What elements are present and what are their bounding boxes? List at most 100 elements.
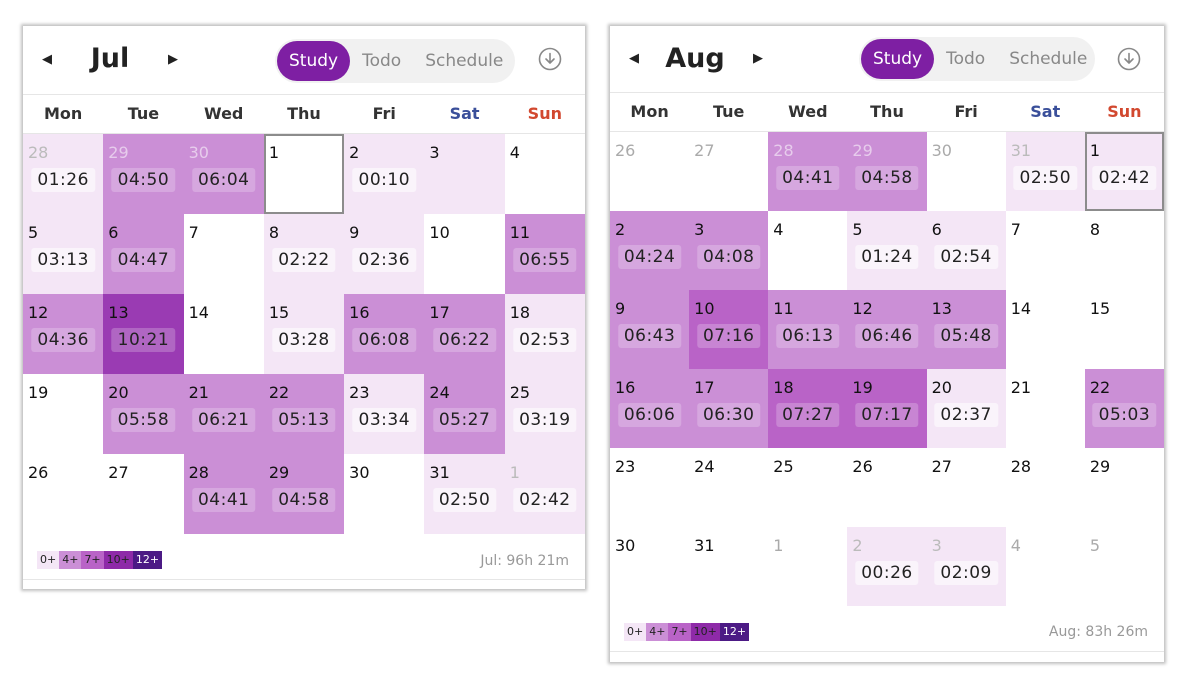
day-number: 26 bbox=[28, 463, 49, 482]
calendar-day-cell[interactable]: 4 bbox=[1006, 527, 1085, 606]
study-time-badge: 03:19 bbox=[513, 408, 577, 432]
calendar-day-cell[interactable]: 27 bbox=[689, 132, 768, 211]
calendar-day-cell[interactable]: 26 bbox=[610, 132, 689, 211]
calendar-day-cell[interactable]: 9 02:36 bbox=[344, 214, 425, 294]
calendar-day-cell[interactable]: 31 02:50 bbox=[424, 454, 505, 534]
tab-schedule[interactable]: Schedule bbox=[413, 41, 515, 81]
calendar-day-cell[interactable]: 1 02:42 bbox=[1084, 132, 1165, 211]
calendar-day-cell[interactable]: 8 02:22 bbox=[263, 214, 345, 294]
tab-todo[interactable]: Todo bbox=[350, 41, 413, 81]
calendar-day-cell[interactable]: 15 bbox=[1085, 290, 1164, 369]
day-number: 27 bbox=[694, 141, 715, 160]
next-month-button[interactable]: ▶ bbox=[163, 50, 183, 70]
tab-schedule[interactable]: Schedule bbox=[997, 39, 1099, 79]
study-time-badge: 02:50 bbox=[432, 488, 497, 512]
day-number: 31 bbox=[694, 536, 715, 555]
calendar-day-cell[interactable]: 4 bbox=[768, 211, 847, 290]
calendar-day-cell[interactable]: 12 04:36 bbox=[23, 294, 104, 374]
calendar-day-cell[interactable]: 2 00:10 bbox=[344, 134, 425, 214]
calendar-day-cell[interactable]: 19 07:17 bbox=[847, 369, 927, 448]
calendar-day-cell[interactable]: 3 02:09 bbox=[926, 527, 1006, 606]
calendar-day-cell[interactable]: 5 01:24 bbox=[847, 211, 927, 290]
study-time-badge: 02:36 bbox=[352, 248, 417, 272]
calendar-day-cell[interactable]: 28 bbox=[1006, 448, 1085, 527]
calendar-day-cell[interactable]: 27 bbox=[103, 454, 183, 534]
calendar-day-cell[interactable]: 30 06:04 bbox=[183, 134, 264, 214]
day-number: 29 bbox=[268, 463, 290, 482]
prev-month-button[interactable]: ◀ bbox=[624, 49, 644, 69]
calendar-day-cell[interactable]: 24 bbox=[689, 448, 768, 527]
calendar-day-cell[interactable]: 21 bbox=[1006, 369, 1085, 448]
calendar-day-cell[interactable]: 5 bbox=[1085, 527, 1164, 606]
calendar-day-cell[interactable]: 8 bbox=[1085, 211, 1164, 290]
calendar-day-cell[interactable]: 17 06:22 bbox=[424, 294, 505, 374]
calendar-day-cell[interactable]: 9 06:43 bbox=[610, 290, 690, 369]
calendar-day-cell[interactable]: 23 bbox=[610, 448, 689, 527]
calendar-day-cell[interactable]: 28 01:26 bbox=[23, 134, 104, 214]
calendar-day-cell[interactable]: 20 02:37 bbox=[926, 369, 1006, 448]
calendar-day-cell[interactable]: 13 10:21 bbox=[103, 294, 184, 374]
next-month-button[interactable]: ▶ bbox=[748, 49, 768, 69]
calendar-day-cell[interactable]: 2 04:24 bbox=[610, 211, 690, 290]
calendar-day-cell[interactable]: 4 bbox=[505, 134, 585, 214]
calendar-day-cell[interactable]: 18 07:27 bbox=[768, 369, 848, 448]
calendar-day-cell[interactable]: 25 03:19 bbox=[504, 374, 585, 454]
calendar-day-cell[interactable]: 26 bbox=[23, 454, 103, 534]
calendar-day-cell[interactable]: 30 bbox=[927, 132, 1006, 211]
calendar-day-cell[interactable]: 30 bbox=[610, 527, 689, 606]
download-icon[interactable] bbox=[1117, 47, 1141, 71]
calendar-day-cell[interactable]: 22 05:13 bbox=[263, 374, 345, 454]
calendar-day-cell[interactable]: 31 bbox=[689, 527, 768, 606]
calendar-day-cell[interactable]: 29 04:58 bbox=[847, 132, 927, 211]
calendar-day-cell[interactable]: 11 06:55 bbox=[504, 214, 585, 294]
calendar-day-cell[interactable]: 14 bbox=[184, 294, 264, 374]
tab-todo[interactable]: Todo bbox=[934, 39, 997, 79]
calendar-day-cell[interactable]: 18 02:53 bbox=[504, 294, 585, 374]
download-icon[interactable] bbox=[538, 47, 562, 71]
calendar-day-cell[interactable]: 7 bbox=[1006, 211, 1085, 290]
calendar-day-cell[interactable]: 27 bbox=[927, 448, 1006, 527]
calendar-day-cell[interactable]: 28 04:41 bbox=[183, 454, 264, 534]
tab-study[interactable]: Study bbox=[277, 41, 351, 81]
calendar-day-cell[interactable]: 28 04:41 bbox=[768, 132, 848, 211]
month-title: Jul bbox=[90, 43, 130, 74]
calendar-day-cell[interactable]: 29 04:58 bbox=[263, 454, 345, 534]
calendar-day-cell[interactable]: 16 06:06 bbox=[610, 369, 690, 448]
calendar-day-cell[interactable]: 6 04:47 bbox=[103, 214, 184, 294]
calendar-day-cell[interactable]: 16 06:08 bbox=[344, 294, 425, 374]
calendar-day-cell[interactable]: 3 bbox=[424, 134, 505, 214]
calendar-day-cell[interactable]: 17 06:30 bbox=[689, 369, 769, 448]
day-number: 29 bbox=[108, 143, 129, 162]
calendar-day-cell[interactable]: 20 05:58 bbox=[103, 374, 184, 454]
calendar-day-cell[interactable]: 14 bbox=[1006, 290, 1085, 369]
calendar-day-cell[interactable]: 29 04:50 bbox=[103, 134, 184, 214]
calendar-day-cell[interactable]: 30 bbox=[344, 454, 424, 534]
calendar-day-cell[interactable]: 26 bbox=[847, 448, 926, 527]
calendar-day-cell[interactable]: 5 03:13 bbox=[23, 214, 104, 294]
calendar-day-cell[interactable]: 1 02:42 bbox=[504, 454, 585, 534]
calendar-day-cell[interactable]: 31 02:50 bbox=[1005, 132, 1085, 211]
calendar-day-cell[interactable]: 7 bbox=[184, 214, 264, 294]
calendar-day-cell[interactable]: 25 bbox=[768, 448, 847, 527]
calendar-day-cell[interactable]: 15 03:28 bbox=[263, 294, 345, 374]
study-time-badge: 04:47 bbox=[111, 248, 176, 272]
calendar-day-cell[interactable]: 12 06:46 bbox=[847, 290, 927, 369]
calendar-day-cell[interactable]: 2 00:26 bbox=[847, 527, 927, 606]
calendar-day-cell[interactable]: 11 06:13 bbox=[768, 290, 848, 369]
calendar-day-cell[interactable]: 10 bbox=[424, 214, 504, 294]
calendar-day-cell[interactable]: 13 05:48 bbox=[926, 290, 1006, 369]
calendar-day-cell[interactable]: 21 06:21 bbox=[183, 374, 264, 454]
calendar-day-cell[interactable]: 3 04:08 bbox=[689, 211, 769, 290]
calendar-day-cell[interactable]: 6 02:54 bbox=[926, 211, 1006, 290]
calendar-day-cell[interactable]: 1 bbox=[768, 527, 847, 606]
calendar-day-cell[interactable]: 24 05:27 bbox=[424, 374, 505, 454]
calendar-day-cell[interactable]: 29 bbox=[1085, 448, 1164, 527]
prev-month-button[interactable]: ◀ bbox=[37, 50, 57, 70]
day-number: 25 bbox=[509, 383, 531, 402]
tab-study[interactable]: Study bbox=[861, 39, 935, 79]
calendar-day-cell[interactable]: 22 05:03 bbox=[1084, 369, 1164, 448]
calendar-day-cell[interactable]: 10 07:16 bbox=[689, 290, 769, 369]
calendar-day-cell[interactable]: 1 bbox=[263, 134, 345, 214]
calendar-day-cell[interactable]: 23 03:34 bbox=[344, 374, 425, 454]
calendar-day-cell[interactable]: 19 bbox=[23, 374, 103, 454]
